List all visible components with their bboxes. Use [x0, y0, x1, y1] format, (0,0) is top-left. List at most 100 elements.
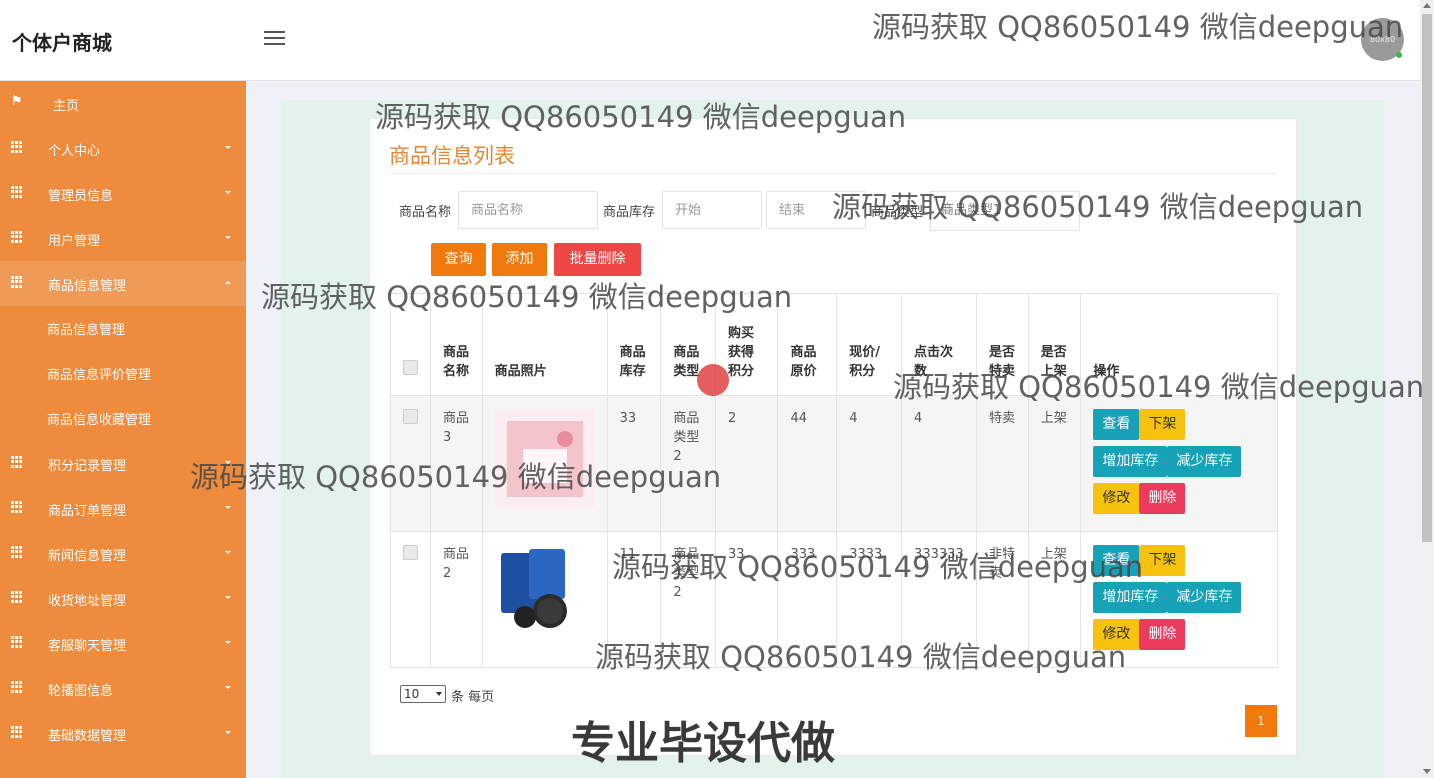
- select-all-checkbox[interactable]: [403, 360, 418, 375]
- sidebar-item-basic-data[interactable]: 基础数据管理: [0, 711, 246, 756]
- sidebar-subitem-product-reviews[interactable]: 商品信息评价管理: [0, 350, 246, 395]
- chevron-down-icon: [225, 236, 231, 239]
- sidebar-subitem-label: 商品信息管理: [47, 323, 126, 338]
- current-price-cell: 4: [836, 395, 903, 532]
- column-header: 是否上架: [1027, 293, 1082, 396]
- sidebar-subitem-product-favorites[interactable]: 商品信息收藏管理: [0, 395, 246, 440]
- product-name-cell: 商品3: [430, 395, 483, 532]
- clicks-cell: 333333: [901, 531, 978, 668]
- reduce-stock-button[interactable]: 减少库存: [1167, 582, 1242, 613]
- page-size-label: 条 每页: [451, 690, 495, 705]
- product-photo-cell: [481, 395, 608, 532]
- online-status-dot: [1396, 52, 1402, 58]
- page-button-current[interactable]: 1: [1245, 705, 1277, 737]
- points-cell: 2: [714, 395, 779, 532]
- sidebar-item-user-management[interactable]: 用户管理: [0, 216, 246, 261]
- type-cell: 商品类型2: [660, 531, 716, 668]
- chevron-down-icon: [225, 641, 231, 644]
- row-checkbox-cell: [390, 531, 431, 668]
- sidebar-item-orders[interactable]: 商品订单管理: [0, 486, 246, 531]
- product-type-label: 商品类型: [871, 205, 924, 220]
- stock-cell: 11: [606, 531, 662, 668]
- chevron-down-icon: [225, 191, 231, 194]
- chevron-down-icon: [225, 686, 231, 689]
- scrollbar-thumb[interactable]: [1422, 14, 1432, 542]
- product-type-select-value: 商品类型1: [941, 203, 1002, 218]
- sidebar-item-label: 用户管理: [48, 234, 101, 249]
- sidebar-item-product-management[interactable]: 商品信息管理: [0, 261, 246, 306]
- scroll-up-icon[interactable]: [1423, 3, 1431, 8]
- sidebar-item-customer-chat[interactable]: 客服聊天管理: [0, 621, 246, 666]
- sidebar-item-label: 主页: [53, 99, 80, 114]
- sidebar-item-label: 个人中心: [48, 144, 101, 159]
- sidebar-subitem-label: 商品信息收藏管理: [47, 413, 152, 428]
- product-photo[interactable]: [494, 409, 595, 509]
- top-header: 个体户商城 80x80: [0, 0, 1420, 81]
- special-cell: 非特卖: [976, 531, 1029, 668]
- off-shelf-button[interactable]: 下架: [1139, 545, 1186, 576]
- delete-button[interactable]: 删除: [1139, 619, 1186, 650]
- reduce-stock-button[interactable]: 减少库存: [1167, 446, 1242, 477]
- edit-button[interactable]: 修改: [1093, 619, 1140, 650]
- sidebar-item-admin-info[interactable]: 管理员信息: [0, 171, 246, 216]
- sidebar-item-label: 积分记录管理: [48, 459, 127, 474]
- sidebar-item-label: 收货地址管理: [48, 594, 127, 609]
- sidebar-subitem-product-info[interactable]: 商品信息管理: [0, 305, 246, 350]
- row-checkbox[interactable]: [403, 545, 418, 560]
- current-price-cell: 3333: [836, 531, 903, 668]
- sidebar-item-label: 商品信息管理: [48, 279, 127, 294]
- sidebar-item-label: 客服聊天管理: [48, 639, 127, 654]
- product-name-cell: 商品2: [430, 531, 483, 668]
- grid-icon: [11, 501, 23, 513]
- row-checkbox[interactable]: [403, 409, 418, 424]
- type-cell: 商品类型2: [660, 395, 716, 532]
- chevron-down-icon: [225, 551, 231, 554]
- grid-icon: [11, 726, 23, 738]
- on-shelf-cell: 上架: [1027, 531, 1082, 668]
- view-button[interactable]: 查看: [1093, 545, 1140, 576]
- grid-icon: [11, 456, 23, 468]
- sidebar-item-addresses[interactable]: 收货地址管理: [0, 576, 246, 621]
- add-stock-button[interactable]: 增加库存: [1093, 446, 1168, 477]
- add-button[interactable]: 添加: [492, 243, 547, 276]
- sidebar-item-label: 商品订单管理: [48, 504, 127, 519]
- clicks-cell: 4: [901, 395, 978, 532]
- add-stock-button[interactable]: 增加库存: [1093, 582, 1168, 613]
- scrollbar[interactable]: [1420, 0, 1434, 778]
- product-stock-label: 商品库存: [603, 205, 656, 220]
- sidebar-item-personal-center[interactable]: 个人中心: [0, 126, 246, 171]
- hamburger-menu-icon[interactable]: [264, 31, 285, 47]
- sidebar-item-news[interactable]: 新闻信息管理: [0, 531, 246, 576]
- edit-button[interactable]: 修改: [1093, 483, 1140, 514]
- product-name-label: 商品名称: [399, 205, 452, 220]
- scroll-down-icon[interactable]: [1423, 769, 1431, 774]
- original-price-cell: 333: [777, 531, 838, 668]
- divider: [389, 173, 1277, 174]
- search-button[interactable]: 查询: [431, 243, 486, 276]
- column-header: 商品照片: [481, 293, 608, 396]
- sidebar-item-home[interactable]: ⚑ 主页: [0, 81, 246, 126]
- product-type-select[interactable]: 商品类型1: [930, 191, 1080, 231]
- delete-button[interactable]: 删除: [1139, 483, 1186, 514]
- product-photo[interactable]: [494, 545, 595, 645]
- sidebar-item-carousel[interactable]: 轮播图信息: [0, 666, 246, 711]
- chevron-down-icon: [225, 461, 231, 464]
- off-shelf-button[interactable]: 下架: [1139, 409, 1186, 440]
- view-button[interactable]: 查看: [1093, 409, 1140, 440]
- grid-icon: [11, 546, 23, 558]
- row-checkbox-cell: [390, 395, 431, 532]
- column-header: 商品原价: [777, 293, 838, 396]
- stock-end-input[interactable]: [766, 191, 866, 229]
- grid-icon: [11, 141, 23, 153]
- product-name-input[interactable]: [458, 191, 598, 229]
- sidebar-item-label: 新闻信息管理: [48, 549, 127, 564]
- table-row: 商品3 33 商品类型2 2 44 4 4 特卖 上架 查看 下架 增加库存 减…: [390, 395, 1278, 532]
- sidebar-item-label: 基础数据管理: [48, 729, 127, 744]
- grid-icon: [11, 276, 23, 288]
- column-header: 商品名称: [430, 293, 483, 396]
- column-header: 是否特卖: [976, 293, 1029, 396]
- batch-delete-button[interactable]: 批量删除: [554, 243, 641, 276]
- sidebar-item-points-records[interactable]: 积分记录管理: [0, 441, 246, 486]
- column-header: 点击次数: [901, 293, 978, 396]
- stock-start-input[interactable]: [662, 191, 762, 229]
